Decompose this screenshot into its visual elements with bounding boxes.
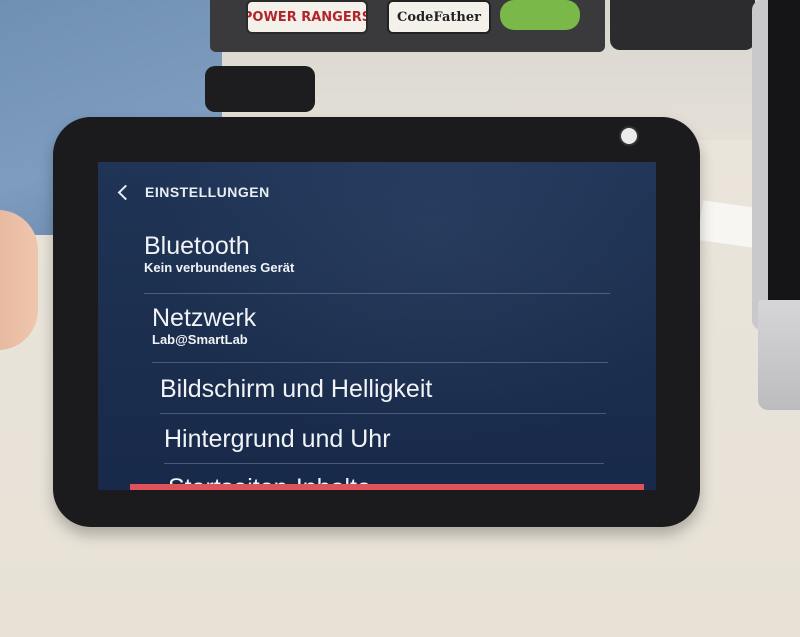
divider	[160, 413, 606, 414]
sticker-green	[500, 0, 580, 30]
settings-item-subtitle: Kein verbundenes Gerät	[144, 260, 295, 275]
settings-item-display[interactable]: Bildschirm und Helligkeit	[160, 375, 610, 403]
sticker-power-rangers: POWER RANGERS	[246, 0, 368, 34]
sticker-codefather: CodeFather	[387, 0, 491, 34]
settings-item-background-clock[interactable]: Hintergrund und Uhr	[164, 425, 610, 453]
scroll-accent-bar	[130, 484, 644, 490]
settings-item-title: Netzwerk	[152, 304, 257, 332]
divider	[144, 293, 610, 294]
remote-control	[205, 66, 315, 112]
camera-icon	[619, 126, 639, 146]
laptop-right-screen	[768, 0, 800, 300]
page-title: EINSTELLUNGEN	[145, 184, 270, 200]
settings-item-title: Bildschirm und Helligkeit	[160, 375, 433, 403]
settings-item-title: Hintergrund und Uhr	[164, 425, 391, 453]
hand	[0, 210, 38, 350]
device-screen: EINSTELLUNGEN Bluetooth Kein verbundenes…	[98, 162, 656, 490]
laptop-right-base	[758, 300, 800, 410]
settings-item-network[interactable]: Netzwerk Lab@SmartLab	[152, 304, 610, 348]
back-button[interactable]: EINSTELLUNGEN	[116, 180, 270, 204]
settings-item-title: Bluetooth	[144, 232, 250, 260]
chevron-left-icon	[117, 184, 134, 200]
settings-item-subtitle: Lab@SmartLab	[152, 332, 248, 347]
divider	[164, 463, 604, 464]
settings-item-bluetooth[interactable]: Bluetooth Kein verbundenes Gerät	[144, 232, 610, 276]
mouse-pad	[610, 0, 755, 50]
divider	[152, 362, 608, 363]
